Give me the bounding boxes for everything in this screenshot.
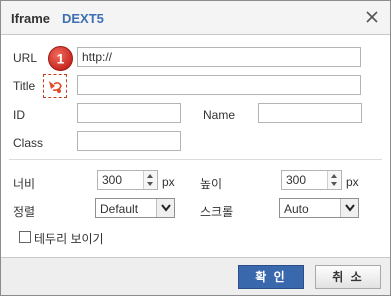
step-badge: 1 — [47, 45, 74, 72]
chevron-down-icon[interactable] — [340, 199, 358, 217]
name-input[interactable] — [258, 103, 362, 123]
iframe-dialog: Iframe DEXT5 URL 1 Title — [0, 0, 391, 296]
height-value: 300 — [286, 173, 307, 187]
width-unit: px — [162, 175, 175, 189]
close-icon[interactable] — [363, 8, 381, 26]
scroll-label: 스크롤 — [200, 205, 234, 219]
dialog-brand: DEXT5 — [62, 11, 104, 26]
title-label: Title — [13, 79, 36, 93]
chevron-down-icon[interactable] — [147, 182, 153, 186]
step-badge-number: 1 — [57, 51, 65, 67]
scroll-selected: Auto — [284, 202, 309, 216]
align-selected: Default — [100, 202, 139, 216]
width-stepper-arrows[interactable] — [143, 171, 157, 189]
chevron-down-icon[interactable] — [156, 199, 174, 217]
height-stepper-arrows[interactable] — [327, 171, 341, 189]
width-value: 300 — [102, 173, 123, 187]
pointer-icon — [43, 74, 67, 98]
scroll-select[interactable]: Auto — [279, 198, 359, 218]
chevron-up-icon[interactable] — [147, 174, 153, 178]
class-label: Class — [13, 136, 44, 150]
border-checkbox-label[interactable]: 테두리 보이기 — [34, 230, 104, 247]
chevron-down-icon[interactable] — [331, 182, 337, 186]
cancel-button[interactable]: 취 소 — [315, 265, 381, 289]
name-label: Name — [203, 108, 236, 122]
height-label: 높이 — [200, 177, 223, 191]
dialog-titlebar: Iframe DEXT5 — [1, 1, 390, 35]
height-stepper[interactable]: 300 — [281, 170, 342, 190]
class-input[interactable] — [77, 131, 181, 151]
dialog-title: Iframe — [11, 11, 51, 26]
chevron-up-icon[interactable] — [331, 174, 337, 178]
url-input[interactable] — [77, 47, 361, 67]
height-unit: px — [346, 175, 359, 189]
id-label: ID — [13, 108, 25, 122]
url-label: URL — [13, 51, 38, 65]
border-checkbox[interactable] — [19, 231, 31, 243]
section-divider — [9, 159, 382, 160]
align-select[interactable]: Default — [95, 198, 175, 218]
width-stepper[interactable]: 300 — [97, 170, 158, 190]
ok-button[interactable]: 확 인 — [238, 265, 304, 289]
title-input[interactable] — [77, 75, 361, 95]
align-label: 정렬 — [13, 205, 36, 219]
width-label: 너비 — [13, 177, 36, 191]
id-input[interactable] — [77, 103, 181, 123]
